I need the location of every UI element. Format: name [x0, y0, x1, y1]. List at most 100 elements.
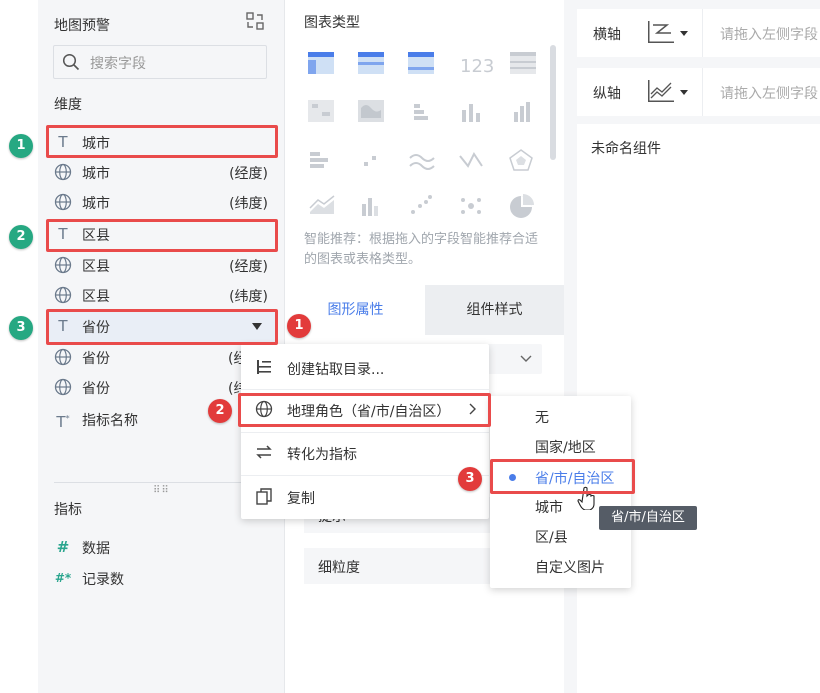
column-chart-icon[interactable]	[462, 104, 480, 122]
map-icon[interactable]	[358, 100, 384, 122]
radar-chart-icon[interactable]	[509, 149, 533, 171]
line-chart-icon[interactable]	[409, 154, 435, 170]
globe-icon	[54, 286, 72, 304]
field-row-district-longitude[interactable]: 区县 (经度)	[46, 251, 278, 281]
field-row-record-count[interactable]: #* 记录数	[46, 564, 278, 594]
field-name: 城市	[82, 196, 110, 212]
x-axis-row[interactable]: 横轴 请拖入左侧字段	[577, 9, 820, 57]
menu-separator	[241, 389, 489, 390]
y-axis-label: 纵轴	[593, 86, 621, 102]
axis-type-caret[interactable]	[680, 90, 688, 95]
horizontal-bar-icon[interactable]	[310, 152, 328, 168]
menu-item-label: 创建钻取目录...	[287, 362, 385, 378]
geo-option-label: 国家/地区	[535, 440, 596, 456]
chart-panel-scrollbar[interactable]	[550, 45, 556, 160]
highlight-box-district	[46, 219, 278, 252]
area-chart-icon[interactable]	[309, 195, 335, 214]
axis-type-icon[interactable]	[647, 78, 675, 104]
geo-option-country[interactable]: 国家/地区	[490, 431, 631, 461]
menu-item-convert-to-metric[interactable]: 转化为指标	[241, 435, 489, 471]
scatter-small-icon[interactable]	[364, 156, 376, 166]
field-row-data[interactable]: # 数据	[46, 533, 278, 563]
step-badge-red-2: 2	[208, 399, 232, 423]
search-input[interactable]: 搜索字段	[53, 45, 267, 79]
axis-panel: 横轴 请拖入左侧字段 纵轴 请拖入左侧字段 未命名组件	[564, 0, 820, 693]
highlight-box-geo-role	[238, 393, 491, 427]
search-icon	[62, 53, 80, 71]
field-name: 省份	[82, 351, 110, 367]
chart-type-grid: 123	[308, 52, 536, 218]
field-context-menu: 创建钻取目录... 地理角色（省/市/自治区） 转化为指标 复制	[241, 344, 489, 519]
globe-icon	[54, 348, 72, 366]
field-row-district-latitude[interactable]: 区县 (纬度)	[46, 281, 278, 311]
chart-type-title: 图表类型	[304, 15, 360, 31]
field-name: 指标名称	[82, 413, 138, 429]
x-axis-drop-placeholder[interactable]: 请拖入左侧字段	[720, 24, 818, 44]
geo-option-label: 自定义图片	[535, 560, 605, 576]
step-badge-red-3: 3	[458, 467, 482, 491]
table-icon[interactable]	[308, 52, 334, 74]
grouped-column-icon[interactable]	[362, 198, 378, 216]
step-badge-green-3: 3	[9, 316, 33, 340]
field-row-city-latitude[interactable]: 城市 (纬度)	[46, 188, 278, 218]
kpi-number-icon[interactable]: 123	[460, 56, 494, 77]
y-axis-drop-placeholder[interactable]: 请拖入左侧字段	[720, 83, 818, 103]
field-suffix: (纬度)	[229, 196, 268, 212]
field-name: 数据	[82, 541, 110, 557]
menu-item-create-drill[interactable]: 创建钻取目录...	[241, 350, 489, 386]
cross-table-icon[interactable]	[358, 52, 384, 74]
step-badge-red-1: 1	[287, 314, 311, 338]
smart-recommend-hint: 智能推荐：根据拖入的字段智能推荐合适的图表或表格类型。	[304, 232, 539, 267]
scatter-chart-icon[interactable]	[411, 195, 432, 214]
axis-type-caret[interactable]	[680, 31, 688, 36]
tab-component-style[interactable]: 组件样式	[425, 285, 564, 335]
geo-option-label: 无	[535, 410, 549, 426]
globe-icon	[54, 163, 72, 181]
field-name: 省份	[82, 381, 110, 397]
drill-directory-icon	[257, 360, 271, 374]
stacked-bar-icon[interactable]	[414, 104, 428, 120]
axis-type-icon[interactable]	[647, 19, 675, 45]
menu-item-label: 转化为指标	[287, 447, 357, 463]
grouped-table-icon[interactable]	[510, 52, 536, 74]
search-placeholder: 搜索字段	[90, 56, 146, 72]
component-title[interactable]: 未命名组件	[591, 138, 661, 158]
menu-separator	[241, 475, 489, 476]
panel-divider	[54, 482, 268, 483]
text-type-star-icon: T*	[56, 413, 70, 431]
copy-icon	[256, 488, 272, 505]
attr-row-label: 细粒度	[318, 560, 360, 576]
field-name: 城市	[82, 166, 110, 182]
bubble-chart-icon[interactable]	[461, 198, 481, 214]
left-gutter	[0, 0, 38, 693]
field-row-city-longitude[interactable]: 城市 (经度)	[46, 158, 278, 188]
bar-chart-icon[interactable]	[514, 102, 530, 122]
globe-icon	[54, 378, 72, 396]
radar-line-icon[interactable]	[459, 152, 483, 168]
geo-option-none[interactable]: 无	[490, 401, 631, 431]
dimension-section-title: 维度	[54, 97, 82, 113]
measure-section-title: 指标	[54, 502, 82, 518]
axis-separator	[702, 9, 703, 57]
menu-item-copy[interactable]: 复制	[241, 479, 489, 515]
y-axis-row[interactable]: 纵轴 请拖入左侧字段	[577, 68, 820, 116]
convert-arrows-icon	[256, 445, 272, 459]
geo-option-label: 城市	[535, 500, 563, 516]
switch-layout-icon[interactable]	[246, 12, 264, 30]
hash-star-icon: #*	[54, 571, 72, 585]
geo-option-label: 区/县	[535, 530, 568, 546]
heat-table-icon[interactable]	[308, 100, 334, 122]
field-suffix: (纬度)	[229, 289, 268, 305]
highlight-box-province-option	[490, 459, 635, 494]
menu-item-label: 复制	[287, 491, 315, 507]
geo-option-custom-image[interactable]: 自定义图片	[490, 551, 631, 581]
resize-handle[interactable]: ⠿⠿	[153, 485, 170, 496]
detail-table-icon[interactable]	[408, 52, 434, 74]
dataset-title: 地图预警	[54, 18, 110, 34]
field-name: 区县	[82, 259, 110, 275]
field-suffix: (经度)	[229, 166, 268, 182]
hover-tooltip: 省/市/自治区	[599, 506, 697, 530]
axis-separator	[702, 68, 703, 116]
pie-chart-icon[interactable]	[510, 194, 534, 218]
menu-separator	[241, 432, 489, 433]
